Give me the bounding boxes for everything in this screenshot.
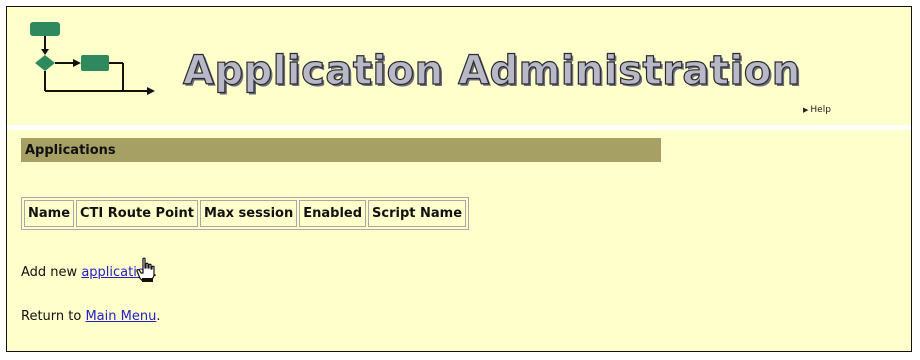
triangle-right-icon: ▶ <box>803 106 809 114</box>
help-link-label: Help <box>810 105 831 115</box>
return-prefix: Return to <box>21 309 86 324</box>
column-header-enabled: Enabled <box>299 200 367 227</box>
column-header-cti-route-point: CTI Route Point <box>76 200 198 227</box>
table-header-row: Name CTI Route Point Max session Enabled… <box>24 200 467 227</box>
section-header: Applications <box>21 138 661 162</box>
applications-table: Name CTI Route Point Max session Enabled… <box>21 197 470 230</box>
hand-pointer-cursor-icon <box>136 257 155 282</box>
add-application-prefix: Add new <box>21 265 82 280</box>
column-header-max-session: Max session <box>199 200 298 227</box>
help-link[interactable]: ▶ Help <box>803 105 831 115</box>
column-header-script-name: Script Name <box>368 200 467 227</box>
page-frame: Application Administration ▶ Help Applica… <box>6 6 912 352</box>
return-main-menu-line: Return to Main Menu. <box>21 309 160 324</box>
column-header-name: Name <box>24 200 75 227</box>
main-menu-link[interactable]: Main Menu <box>85 309 156 324</box>
section-title: Applications <box>25 142 116 158</box>
workflow-diagram-icon <box>30 22 155 95</box>
page-title: Application Administration <box>182 48 801 94</box>
header-divider <box>7 125 911 130</box>
return-suffix: . <box>156 309 161 324</box>
page-header: Application Administration ▶ Help <box>7 7 911 119</box>
